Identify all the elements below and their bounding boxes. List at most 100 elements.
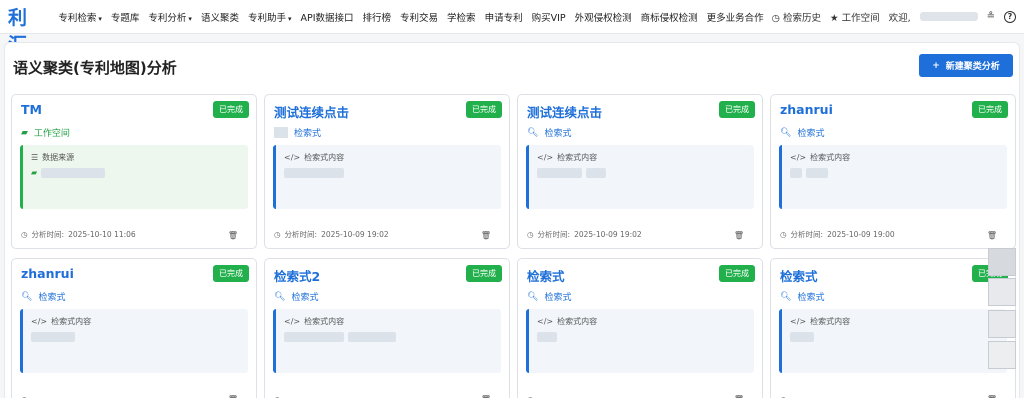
code-icon: </> — [537, 317, 554, 326]
search-icon: 🔍︎ — [527, 291, 539, 302]
box-label: </> 检索式内容 — [790, 317, 851, 326]
workspace-link[interactable]: ★ 工作空间 — [830, 10, 880, 24]
box-label: </> 检索式内容 — [284, 153, 345, 162]
clock-icon: ◷ — [780, 230, 787, 239]
new-cluster-button[interactable]: + 新建聚类分析 — [919, 54, 1013, 77]
box-label: </> 检索式内容 — [790, 153, 851, 162]
card-title[interactable]: 测试连续点击 — [274, 102, 349, 121]
code-icon: </> — [31, 317, 48, 326]
nav-item-5[interactable]: API数据接口 — [300, 10, 353, 24]
plus-icon: + — [932, 60, 940, 71]
redacted-content — [348, 332, 396, 342]
trash-icon[interactable]: 🗑︎ — [481, 231, 491, 240]
trash-icon[interactable]: 🗑︎ — [734, 231, 744, 240]
side-tool-3[interactable] — [988, 310, 1016, 338]
card-title[interactable]: zhanrui — [21, 266, 74, 281]
analysis-time: ◷ 分析时间: 2025-10-09 19:02 — [527, 230, 642, 239]
analysis-card[interactable]: 测试连续点击 已完成 🔍︎ 检索式 </> 检索式内容 ◷ 分析时间: 2025-10-09 1… — [517, 94, 763, 249]
trash-icon[interactable]: 🗑︎ — [228, 231, 238, 240]
nav-item-11[interactable]: 外观侵权检测 — [575, 10, 632, 24]
code-icon: </> — [284, 153, 301, 162]
card-source-type: 🔍︎ 检索式 — [780, 127, 825, 140]
chevron-down-icon: ▾ — [188, 14, 192, 23]
nav-item-7[interactable]: 专利交易 — [400, 10, 438, 24]
top-navbar: 专利汇 专利检索▾专题库专利分析▾语义聚类专利助手▾API数据接口排行榜专利交易… — [0, 0, 1024, 56]
clock-icon: ◷ — [274, 230, 281, 239]
analysis-card[interactable]: 检索式2已完成🔍︎检索式</>检索式内容◷🗑︎ — [264, 258, 510, 398]
box-label: </> 检索式内容 — [537, 153, 598, 162]
analysis-card[interactable]: TM 已完成 ▰ 工作空间 ☰ 数据来源 ▰ ◷ 分析时间: 2025-10-10 11:06 🗑︎ — [11, 94, 257, 249]
code-icon: </> — [790, 153, 807, 162]
username-redacted — [919, 12, 978, 21]
card-title[interactable]: 检索式2 — [274, 266, 320, 285]
side-tool-1[interactable] — [988, 248, 1016, 276]
search-icon: 🔍︎ — [527, 127, 539, 138]
analysis-card[interactable]: 测试连续点击 已完成 检索式 </> 检索式内容 ◷ 分析时间: 2025-10-09 19:… — [264, 94, 510, 249]
card-content-box: </> 检索式内容 — [779, 309, 1007, 373]
card-content-box: </> 检索式内容 — [526, 309, 754, 373]
card-title[interactable]: 测试连续点击 — [527, 102, 602, 121]
clock-icon: ◷ — [771, 12, 780, 24]
card-title[interactable]: TM — [21, 102, 42, 117]
welcome-text: 欢迎, — [888, 12, 911, 24]
nav-item-2[interactable]: 专利分析 ▾ — [148, 10, 192, 24]
card-source-type: 检索式 — [274, 126, 321, 139]
box-label: </> 检索式内容 — [31, 317, 92, 326]
nav-item-8[interactable]: 学检索 — [447, 10, 476, 24]
nav-item-1[interactable]: 专题库 — [111, 10, 140, 24]
nav-item-9[interactable]: 申请专利 — [485, 10, 523, 24]
nav-item-6[interactable]: 排行榜 — [363, 10, 392, 24]
card-content-box: </> 检索式内容 — [526, 145, 754, 209]
search-icon: 🔍︎ — [274, 291, 286, 302]
code-icon: </> — [284, 317, 301, 326]
card-source-type: 🔍︎ 检索式 — [274, 291, 319, 304]
card-title[interactable]: zhanrui — [780, 102, 833, 117]
nav-item-4[interactable]: 专利助手 ▾ — [248, 10, 292, 24]
status-badge: 已完成 — [719, 265, 755, 282]
code-icon: </> — [790, 317, 807, 326]
card-source-type: 🔍︎ 检索式 — [780, 291, 825, 304]
nav-item-0[interactable]: 专利检索 ▾ — [58, 10, 102, 24]
nav-item-10[interactable]: 购买VIP — [532, 10, 566, 24]
status-badge: 已完成 — [213, 101, 249, 118]
code-icon: </> — [537, 153, 554, 162]
card-content-box: </> 检索式内容 — [273, 309, 501, 373]
help-icon[interactable]: ? — [1004, 10, 1016, 23]
search-icon: 🔍︎ — [21, 291, 33, 302]
status-badge: 已完成 — [466, 101, 502, 118]
redacted-content — [586, 168, 606, 178]
trash-icon[interactable]: 🗑︎ — [987, 231, 997, 240]
card-source-type: 🔍︎ 检索式 — [527, 291, 572, 304]
analysis-card[interactable]: zhanrui 已完成 🔍︎ 检索式 </> 检索式内容 ◷ 分析时间: 2025-10-09 … — [770, 94, 1016, 249]
status-badge: 已完成 — [466, 265, 502, 282]
card-content-box: </> 检索式内容 — [779, 145, 1007, 209]
card-content-box: ☰ 数据来源 ▰ — [20, 145, 248, 209]
card-title[interactable]: 检索式 — [780, 266, 818, 285]
analysis-card[interactable]: 检索式已完成🔍︎检索式</>检索式内容◷🗑︎ — [770, 258, 1016, 398]
nav-right: ◷ 检索历史 ★ 工作空间 欢迎, ≗ ? — [772, 10, 1016, 24]
folder-icon: ▰ — [31, 168, 38, 177]
nav-item-3[interactable]: 语义聚类 — [201, 10, 239, 24]
analysis-time: ◷ 分析时间: 2025-10-10 11:06 — [21, 230, 136, 239]
redacted-content — [790, 168, 802, 178]
card-content-box: </> 检索式内容 — [273, 145, 501, 209]
box-label: </> 检索式内容 — [284, 317, 345, 326]
nav-item-12[interactable]: 商标侵权检测 — [641, 10, 698, 24]
analysis-card[interactable]: 检索式已完成🔍︎检索式</>检索式内容◷🗑︎ — [517, 258, 763, 398]
redacted-content — [284, 332, 344, 342]
redacted-content — [790, 332, 814, 342]
chevron-down-icon: ▾ — [287, 14, 292, 23]
redacted-content — [284, 168, 344, 178]
redacted-content — [806, 168, 828, 178]
database-icon: ☰ — [31, 153, 39, 162]
status-badge: 已完成 — [972, 101, 1008, 118]
analysis-card[interactable]: zhanrui已完成🔍︎检索式</>检索式内容◷🗑︎ — [11, 258, 257, 398]
nav-item-13[interactable]: 更多业务合作 — [707, 10, 764, 24]
history-link[interactable]: ◷ 检索历史 — [772, 10, 821, 24]
user-icon[interactable]: ≗ — [987, 11, 995, 22]
side-tool-2[interactable] — [988, 278, 1016, 306]
card-title[interactable]: 检索式 — [527, 266, 565, 285]
side-tool-4[interactable] — [988, 341, 1016, 369]
redacted-content — [537, 168, 582, 178]
box-label: </> 检索式内容 — [537, 317, 598, 326]
